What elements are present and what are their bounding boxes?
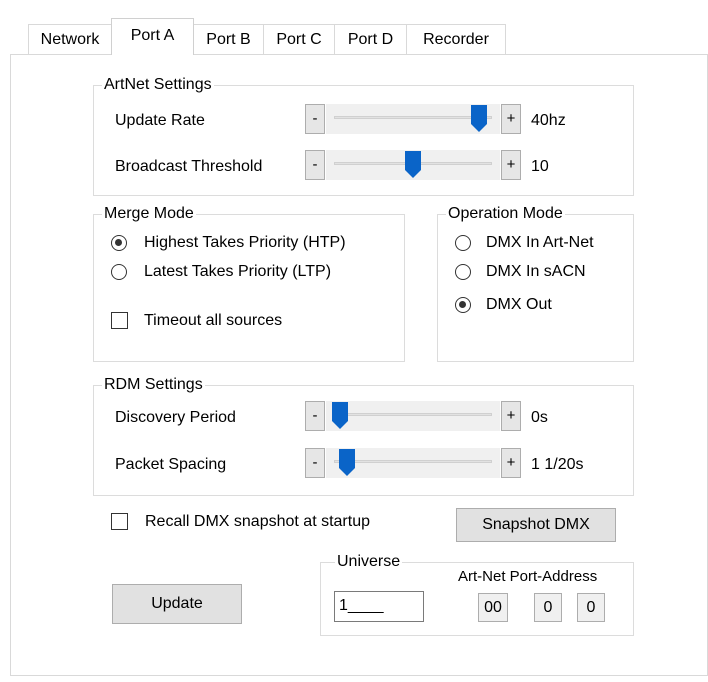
recall-snapshot-label[interactable]: Recall DMX snapshot at startup [145,512,370,532]
update-rate-slider[interactable] [326,104,500,134]
snapshot-dmx-button-label: Snapshot DMX [482,516,590,533]
timeout-all-sources-label[interactable]: Timeout all sources [144,311,282,331]
dmx-in-artnet-radio[interactable] [455,235,471,251]
port-address-label: Art-Net Port-Address [458,568,598,585]
update-rate-label: Update Rate [115,112,205,129]
broadcast-threshold-decrease-button[interactable]: - [305,150,325,180]
dmx-in-sacn-radio[interactable] [455,264,471,280]
dmx-out-label[interactable]: DMX Out [486,295,552,315]
update-button[interactable]: Update [112,584,242,624]
htp-label[interactable]: Highest Takes Priority (HTP) [144,233,346,253]
discovery-period-value: 0s [531,409,548,426]
tab-network-label: Network [40,31,100,48]
port-address-net-field[interactable]: 00 [478,593,508,622]
tab-port-a[interactable]: Port A [111,18,194,55]
update-rate-track [334,116,492,119]
universe-input[interactable]: 1____ [334,591,424,622]
snapshot-dmx-button[interactable]: Snapshot DMX [456,508,616,542]
htp-radio[interactable] [111,235,127,251]
broadcast-threshold-value: 10 [531,158,549,175]
update-button-label: Update [151,595,203,612]
port-address-subnet-field[interactable]: 0 [534,593,562,622]
packet-spacing-value: 1 1/20s [531,456,584,473]
dmx-in-sacn-label[interactable]: DMX In sACN [486,262,586,282]
timeout-all-sources-checkbox[interactable] [111,312,128,329]
packet-spacing-slider[interactable] [326,448,500,478]
tab-port-a-label: Port A [130,27,175,44]
tab-port-c-label: Port C [276,31,322,48]
discovery-period-slider[interactable] [326,401,500,431]
rdm-settings-title: RDM Settings [102,375,205,395]
tab-port-c[interactable]: Port C [263,24,335,54]
ltp-radio[interactable] [111,264,127,280]
merge-mode-title: Merge Mode [102,204,196,224]
packet-spacing-increase-button[interactable]: + [501,448,521,478]
discovery-period-increase-button[interactable]: + [501,401,521,431]
packet-spacing-thumb[interactable] [339,449,356,476]
broadcast-threshold-label: Broadcast Threshold [115,158,263,175]
update-rate-value: 40hz [531,112,566,129]
dmx-in-artnet-label[interactable]: DMX In Art-Net [486,233,594,253]
discovery-period-decrease-button[interactable]: - [305,401,325,431]
universe-title: Universe [335,552,403,572]
dmx-out-radio[interactable] [455,297,471,313]
operation-mode-title: Operation Mode [446,204,565,224]
tab-port-d-label: Port D [347,31,394,48]
tab-port-d[interactable]: Port D [334,24,407,54]
packet-spacing-decrease-button[interactable]: - [305,448,325,478]
broadcast-threshold-thumb[interactable] [405,151,421,178]
port-address-universe-field[interactable]: 0 [577,593,605,622]
update-rate-thumb[interactable] [470,105,487,132]
tab-recorder-label: Recorder [423,31,489,48]
broadcast-threshold-increase-button[interactable]: + [501,150,521,180]
tab-recorder[interactable]: Recorder [406,24,506,54]
discovery-period-thumb[interactable] [332,402,348,429]
tab-port-b-label: Port B [206,31,251,48]
discovery-period-track [334,413,492,416]
recall-snapshot-checkbox[interactable] [111,513,128,530]
broadcast-threshold-slider[interactable] [326,150,500,180]
tab-network[interactable]: Network [28,24,112,54]
tab-port-b[interactable]: Port B [193,24,264,54]
discovery-period-label: Discovery Period [115,409,236,426]
packet-spacing-track [334,460,492,463]
update-rate-decrease-button[interactable]: - [305,104,325,134]
artnet-settings-title: ArtNet Settings [102,75,214,95]
update-rate-increase-button[interactable]: + [501,104,521,134]
ltp-label[interactable]: Latest Takes Priority (LTP) [144,262,331,282]
packet-spacing-label: Packet Spacing [115,456,227,473]
